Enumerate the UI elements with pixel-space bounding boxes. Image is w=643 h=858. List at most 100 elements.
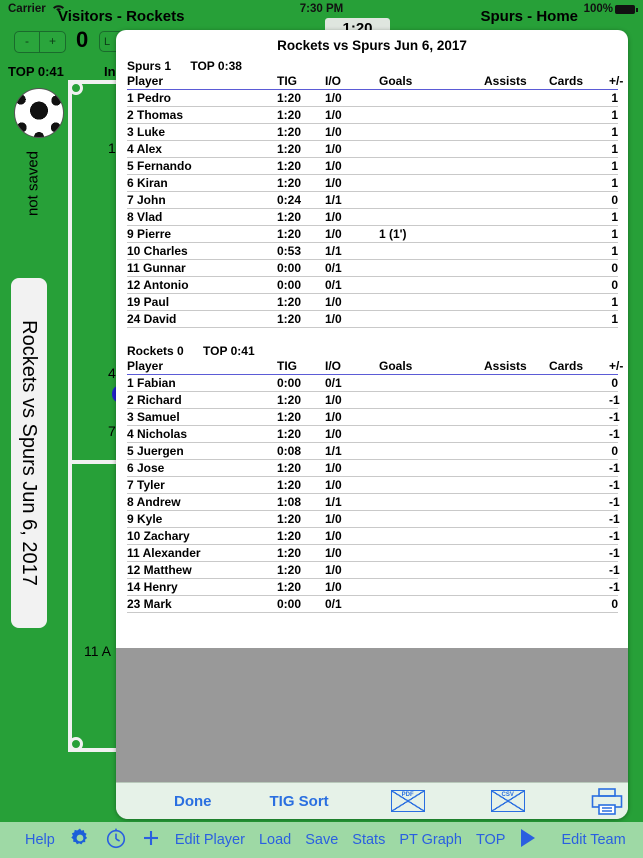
col-plus-minus[interactable]: +/- <box>609 74 623 90</box>
table-row[interactable]: 6 Kiran 1:20 1/0 1 <box>127 174 618 192</box>
table-row[interactable]: 9 Kyle 1:20 1/0 -1 <box>127 510 620 528</box>
cell-goals <box>379 174 484 192</box>
cell-player: 6 Jose <box>127 459 277 477</box>
table-row[interactable]: 9 Pierre 1:20 1/0 1 (1') 1 <box>127 225 618 243</box>
cell-goals <box>379 595 484 613</box>
col-io[interactable]: I/O <box>325 359 379 375</box>
table-row[interactable]: 4 Alex 1:20 1/0 1 <box>127 140 618 158</box>
score-stepper[interactable]: - + <box>14 31 66 53</box>
table-row[interactable]: 1 Pedro 1:20 1/0 1 <box>127 89 618 107</box>
table-row[interactable]: 3 Luke 1:20 1/0 1 <box>127 123 618 141</box>
table-row[interactable]: 12 Antonio 0:00 0/1 0 <box>127 276 618 294</box>
cell-player: 3 Samuel <box>127 408 277 426</box>
field-player-number[interactable]: 4 <box>108 365 116 381</box>
cell-tig: 1:20 <box>277 527 325 545</box>
add-button[interactable] <box>134 828 168 852</box>
cell-tig: 1:20 <box>277 391 325 409</box>
table-row[interactable]: 19 Paul 1:20 1/0 1 <box>127 293 618 311</box>
table-row[interactable]: 7 John 0:24 1/1 0 <box>127 191 618 209</box>
app-root: 1 4 7 11 A Visitors - Rockets Spurs - Ho… <box>0 0 643 858</box>
field-player-number[interactable]: 1 <box>108 140 116 156</box>
stats-button[interactable]: Stats <box>345 832 392 848</box>
cell-player: 24 David <box>127 310 277 328</box>
save-button[interactable]: Save <box>298 832 345 848</box>
help-button[interactable]: Help <box>18 832 62 848</box>
table-row[interactable]: 8 Vlad 1:20 1/0 1 <box>127 208 618 226</box>
cell-pm: 1 <box>609 174 618 192</box>
settings-button[interactable] <box>62 827 98 853</box>
col-assists[interactable]: Assists <box>484 74 549 90</box>
print-button[interactable] <box>577 788 628 815</box>
table-row[interactable]: 8 Andrew 1:08 1/1 -1 <box>127 493 620 511</box>
table-row[interactable]: 10 Charles 0:53 1/1 1 <box>127 242 618 260</box>
table-row[interactable]: 1 Fabian 0:00 0/1 0 <box>127 374 618 392</box>
table-header-row: Player TIG I/O Goals Assists Cards +/- <box>127 359 623 375</box>
table-row[interactable]: 11 Gunnar 0:00 0/1 0 <box>127 259 618 277</box>
col-tig[interactable]: TIG <box>277 359 325 375</box>
col-tig[interactable]: TIG <box>277 74 325 90</box>
field-player-number[interactable]: 11 A <box>84 643 111 659</box>
pt-graph-button[interactable]: PT Graph <box>392 832 469 848</box>
cell-assists <box>484 510 549 528</box>
cell-cards <box>549 293 609 311</box>
stats-scroll-area[interactable]: Spurs 1 TOP 0:38 Player TIG I/O Goals As… <box>116 57 628 675</box>
done-button[interactable]: Done <box>164 793 222 810</box>
table-row[interactable]: 2 Thomas 1:20 1/0 1 <box>127 106 618 124</box>
col-player[interactable]: Player <box>127 74 277 90</box>
field-player-number[interactable]: 7 <box>108 423 116 439</box>
in-column-label: In <box>104 64 116 79</box>
cell-assists <box>484 425 549 443</box>
table-row[interactable]: 10 Zachary 1:20 1/0 -1 <box>127 527 620 545</box>
col-io[interactable]: I/O <box>325 74 379 90</box>
cell-goals <box>379 293 484 311</box>
table-row[interactable]: 12 Matthew 1:20 1/0 -1 <box>127 561 620 579</box>
email-csv-button[interactable]: CSV <box>477 790 539 812</box>
col-goals[interactable]: Goals <box>379 359 484 375</box>
edit-team-button[interactable]: Edit Team <box>554 832 632 848</box>
cell-goals <box>379 123 484 141</box>
table-row[interactable]: 24 David 1:20 1/0 1 <box>127 310 618 328</box>
play-button[interactable] <box>512 827 544 853</box>
game-title-button[interactable]: Rockets vs Spurs Jun 6, 2017 <box>11 278 47 628</box>
cell-cards <box>549 140 609 158</box>
table-row[interactable]: 5 Juergen 0:08 1/1 0 <box>127 442 618 460</box>
cell-tig: 1:20 <box>277 408 325 426</box>
table-row[interactable]: 4 Nicholas 1:20 1/0 -1 <box>127 425 620 443</box>
table-row[interactable]: 3 Samuel 1:20 1/0 -1 <box>127 408 620 426</box>
col-plus-minus[interactable]: +/- <box>609 359 623 375</box>
tig-sort-button[interactable]: TIG Sort <box>260 793 339 810</box>
play-icon <box>519 829 537 853</box>
col-goals[interactable]: Goals <box>379 74 484 90</box>
table-row[interactable]: 2 Richard 1:20 1/0 -1 <box>127 391 620 409</box>
score-decrement-button[interactable]: - <box>15 32 40 52</box>
table-row[interactable]: 14 Henry 1:20 1/0 -1 <box>127 578 620 596</box>
table-row[interactable]: 7 Tyler 1:20 1/0 -1 <box>127 476 620 494</box>
cell-cards <box>549 544 609 562</box>
email-pdf-button[interactable]: PDF <box>377 790 439 812</box>
top-button[interactable]: TOP <box>469 832 513 848</box>
cell-cards <box>549 157 609 175</box>
cell-cards <box>549 493 609 511</box>
corner-arc-icon <box>69 81 83 95</box>
table-row[interactable]: 6 Jose 1:20 1/0 -1 <box>127 459 620 477</box>
soccer-ball-icon[interactable] <box>14 88 64 138</box>
cell-io: 1/0 <box>325 425 379 443</box>
col-cards[interactable]: Cards <box>549 359 609 375</box>
cell-io: 1/0 <box>325 157 379 175</box>
cell-player: 8 Vlad <box>127 208 277 226</box>
col-assists[interactable]: Assists <box>484 359 549 375</box>
cell-player: 2 Thomas <box>127 106 277 124</box>
not-saved-status: not saved <box>24 150 42 217</box>
score-increment-button[interactable]: + <box>40 32 65 52</box>
timer-button[interactable] <box>98 827 134 853</box>
cell-pm: -1 <box>609 391 620 409</box>
load-button[interactable]: Load <box>252 832 298 848</box>
cell-io: 1/0 <box>325 89 379 107</box>
table-row[interactable]: 5 Fernando 1:20 1/0 1 <box>127 157 618 175</box>
table-row[interactable]: 23 Mark 0:00 0/1 0 <box>127 595 618 613</box>
table-row[interactable]: 11 Alexander 1:20 1/0 -1 <box>127 544 620 562</box>
edit-player-button[interactable]: Edit Player <box>168 832 252 848</box>
team-stats-table: Player TIG I/O Goals Assists Cards +/- 1… <box>127 359 623 613</box>
col-player[interactable]: Player <box>127 359 277 375</box>
col-cards[interactable]: Cards <box>549 74 609 90</box>
